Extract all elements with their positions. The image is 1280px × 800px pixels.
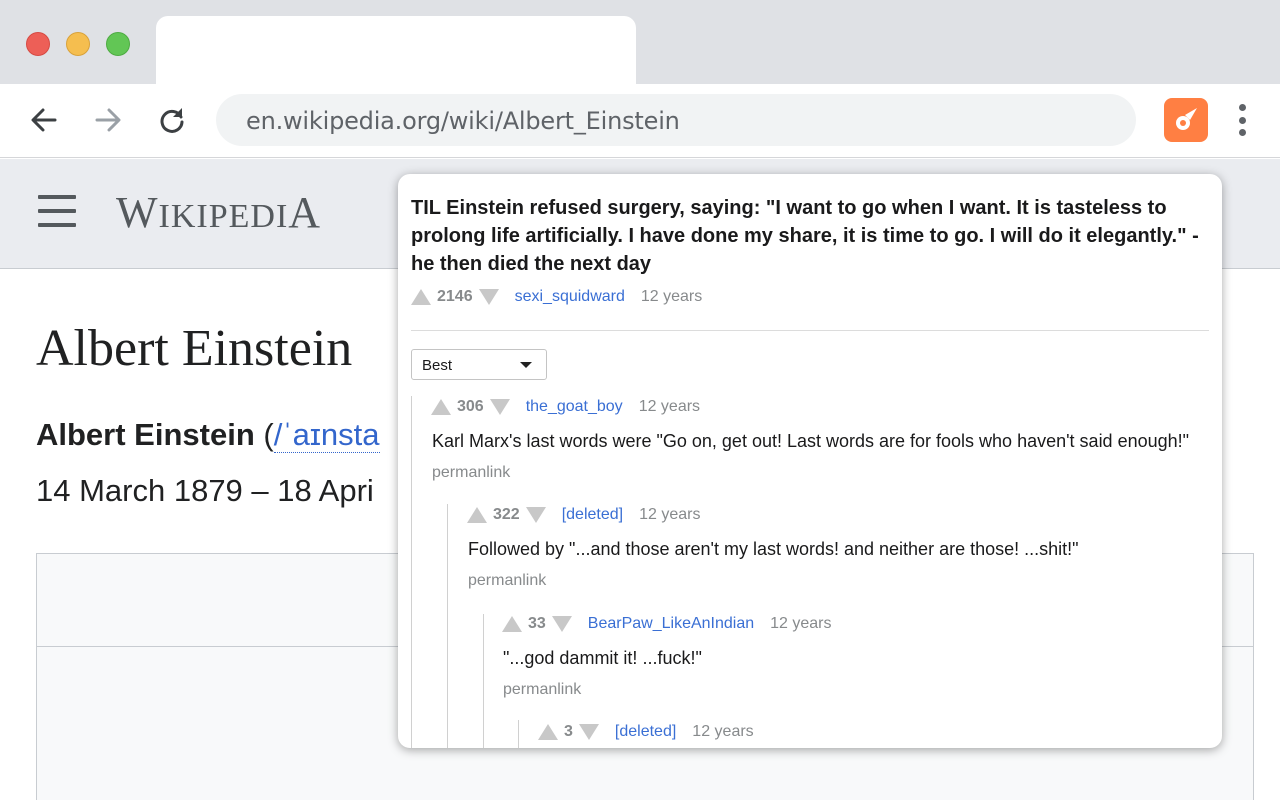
upvote-icon[interactable] <box>467 507 487 523</box>
comment-meta: 306 the_goat_boy 12 years <box>431 398 700 416</box>
thread-line <box>447 504 448 748</box>
downvote-icon[interactable] <box>489 399 510 415</box>
comment-meta: 322 [deleted] 12 years <box>467 506 700 524</box>
downvote-icon[interactable] <box>551 616 572 632</box>
comment-author-link[interactable]: [deleted] <box>562 506 623 524</box>
post-title[interactable]: TIL Einstein refused surgery, saying: "I… <box>411 194 1211 278</box>
downvote-icon[interactable] <box>578 724 599 740</box>
upvote-icon[interactable] <box>411 289 431 305</box>
thread-line <box>518 720 519 748</box>
upvote-icon[interactable] <box>538 724 558 740</box>
hamburger-menu-icon[interactable] <box>38 195 76 227</box>
comment-age: 12 years <box>639 506 701 523</box>
comment-author-link[interactable]: BearPaw_LikeAnIndian <box>588 615 754 633</box>
menu-dot <box>1238 116 1246 124</box>
comment-meta: 3 [deleted] 12 years <box>538 723 754 741</box>
upvote-icon[interactable] <box>431 399 451 415</box>
divider <box>411 330 1209 331</box>
comment-author-link[interactable]: [deleted] <box>615 723 676 741</box>
article-dates: 14 March 1879 – 18 Apri <box>36 473 374 508</box>
forward-button[interactable] <box>90 102 126 138</box>
sort-selected-label: Best <box>422 357 453 374</box>
comment-score: 322 <box>493 506 520 523</box>
comment-body: Karl Marx's last words were "Go on, get … <box>432 431 1190 451</box>
comment-body: "...god dammit it! ...fuck!" <box>503 648 702 668</box>
browser-toolbar: en.wikipedia.org/wiki/Albert_Einstein <box>0 84 1280 158</box>
comment-author-link[interactable]: the_goat_boy <box>526 398 623 416</box>
close-window-button[interactable] <box>26 32 50 56</box>
comment-score: 306 <box>457 398 484 415</box>
comment-age: 12 years <box>770 615 832 632</box>
comment-score: 3 <box>564 723 573 740</box>
thread-line <box>483 614 484 748</box>
browser-menu-button[interactable] <box>1230 100 1254 140</box>
downvote-icon[interactable] <box>478 289 499 305</box>
caret-down-icon <box>520 362 532 368</box>
tab-strip <box>0 0 1280 84</box>
ipa-link[interactable]: /ˈaɪnsta <box>273 417 380 453</box>
extension-button[interactable] <box>1164 98 1208 142</box>
article-title: Albert Einstein <box>36 320 353 377</box>
menu-dot <box>1238 129 1246 136</box>
reload-button[interactable] <box>154 102 190 138</box>
upvote-icon[interactable] <box>502 616 522 632</box>
reddit-popup: TIL Einstein refused surgery, saying: "I… <box>398 174 1222 748</box>
thread-line <box>411 396 412 748</box>
comment-score: 33 <box>528 615 546 632</box>
back-arrow-icon <box>31 108 57 132</box>
menu-dot <box>1238 104 1246 111</box>
wikipedia-logo[interactable]: WIKIPEDIA <box>116 187 321 238</box>
permalink-link[interactable]: permanlink <box>503 681 581 699</box>
permalink-link[interactable]: permanlink <box>468 572 546 590</box>
comment-age: 12 years <box>638 398 701 415</box>
comment-body: Followed by "...and those aren't my last… <box>468 539 1079 559</box>
article-lead: Albert Einstein (/ˈaɪnsta <box>36 417 380 453</box>
downvote-icon[interactable] <box>525 507 546 523</box>
post-age: 12 years <box>640 288 703 305</box>
comment-meta: 33 BearPaw_LikeAnIndian 12 years <box>502 615 832 633</box>
forward-arrow-icon <box>95 108 121 132</box>
sort-select[interactable]: Best <box>411 349 547 380</box>
comet-icon <box>1176 108 1197 130</box>
address-bar[interactable]: en.wikipedia.org/wiki/Albert_Einstein <box>216 94 1136 146</box>
browser-tab-active[interactable] <box>156 16 636 84</box>
url-text: en.wikipedia.org/wiki/Albert_Einstein <box>246 107 680 135</box>
reload-icon <box>160 108 184 133</box>
comment-age: 12 years <box>692 723 754 740</box>
post-author-link[interactable]: sexi_squidward <box>515 288 625 306</box>
maximize-window-button[interactable] <box>106 32 130 56</box>
post-score: 2146 <box>437 288 473 305</box>
post-meta: 2146 sexi_squidward 12 years <box>411 288 702 306</box>
permalink-link[interactable]: permanlink <box>432 464 510 482</box>
back-button[interactable] <box>26 102 62 138</box>
minimize-window-button[interactable] <box>66 32 90 56</box>
